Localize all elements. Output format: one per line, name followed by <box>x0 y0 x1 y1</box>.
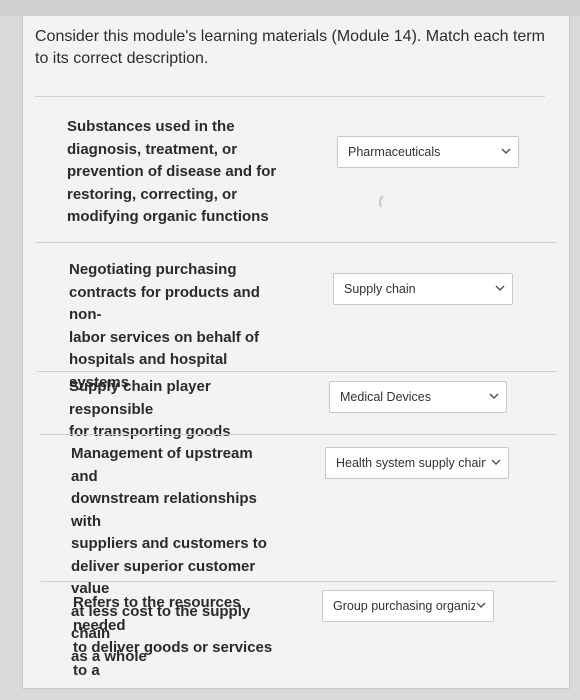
cursor-icon <box>376 194 386 210</box>
description-line: for transporting goods <box>69 423 231 440</box>
description-line: Supply chain player responsible <box>69 378 211 418</box>
select-value: Pharmaceuticals <box>348 145 441 159</box>
description-line: Negotiating purchasing <box>69 261 237 278</box>
description-line: diagnosis, treatment, or <box>67 140 238 158</box>
description-line: suppliers and customers to <box>71 535 267 552</box>
term-description-5: Refers to the resources needed to delive… <box>73 592 283 688</box>
description-line: Refers to the resources needed <box>73 594 241 634</box>
divider <box>41 581 557 582</box>
divider <box>35 96 545 97</box>
description-line: Management of upstream and <box>71 445 253 485</box>
select-value: Supply chain <box>344 282 416 296</box>
chevron-down-icon <box>488 382 500 412</box>
select-value: Health system supply chain r <box>336 456 486 470</box>
match-select-1[interactable]: Pharmaceuticals <box>337 136 519 168</box>
divider <box>35 242 557 243</box>
description-line: to deliver goods or services to a <box>73 639 273 679</box>
chevron-down-icon <box>494 274 506 304</box>
match-select-2[interactable]: Supply chain <box>333 273 513 305</box>
chevron-down-icon <box>500 137 512 167</box>
term-description-2: Negotiating purchasing contracts for pro… <box>69 259 279 394</box>
chevron-down-icon <box>490 448 502 478</box>
description-line: contracts for products and non- <box>69 283 260 324</box>
divider <box>37 371 557 372</box>
select-value: Group purchasing organizati <box>333 599 475 613</box>
question-prompt: Consider this module's learning material… <box>35 28 545 67</box>
divider <box>39 434 557 435</box>
description-line: Substances used in the <box>67 118 235 135</box>
description-line: downstream relationships with <box>71 490 257 530</box>
description-line: labor services on behalf of <box>69 328 260 346</box>
description-line: consumer <box>73 682 283 688</box>
term-description-1: Substances used in the diagnosis, treatm… <box>67 116 277 229</box>
description-line: restoring, correcting, or <box>67 185 238 203</box>
select-value: Medical Devices <box>340 390 432 404</box>
match-select-4[interactable]: Health system supply chain r <box>325 447 509 479</box>
match-select-3[interactable]: Medical Devices <box>329 381 507 413</box>
chevron-down-icon <box>475 591 487 621</box>
question-card: Consider this module's learning material… <box>22 16 570 689</box>
top-strip <box>0 0 580 16</box>
description-line: modifying organic functions <box>67 208 269 225</box>
description-line: prevention of disease and for <box>67 163 277 180</box>
match-select-5[interactable]: Group purchasing organizati <box>322 590 494 622</box>
